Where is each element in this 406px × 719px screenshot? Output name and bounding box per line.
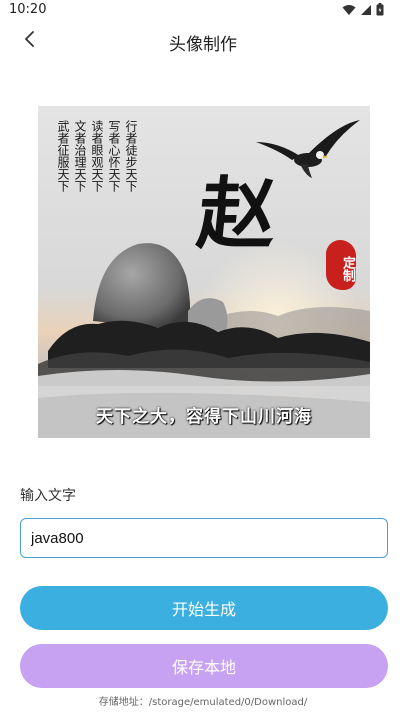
generate-button[interactable]: 开始生成	[20, 586, 388, 630]
status-time: 10:20	[9, 2, 47, 17]
custom-stamp: 定制	[326, 240, 356, 290]
poem-column-5: 行者徒步天下	[124, 120, 138, 192]
surname-calligraphy: 赵	[193, 169, 281, 260]
slogan-text: 天下之大，容得下山川河海	[96, 407, 312, 427]
page-title: 头像制作	[169, 35, 237, 55]
input-label: 输入文字	[20, 488, 76, 504]
avatar-preview-image: 武者征服天下 文者治理天下 读者眼观天下 写者心怀天下 行者徒步天下 赵 定制 …	[38, 106, 370, 438]
status-icons	[342, 3, 384, 16]
text-input[interactable]	[20, 518, 388, 558]
title-bar: 头像制作	[0, 20, 406, 62]
poem-column-4: 写者心怀天下	[107, 120, 121, 192]
poem-column-1: 武者征服天下	[56, 120, 70, 192]
wifi-icon	[342, 4, 356, 16]
signal-icon	[360, 4, 372, 16]
poem-column-2: 文者治理天下	[73, 120, 87, 192]
status-bar: 10:20	[0, 0, 406, 20]
poem-column-3: 读者眼观天下	[90, 120, 104, 192]
save-path-text: 存储地址：/storage/emulated/0/Download/	[98, 697, 308, 708]
battery-icon	[376, 3, 384, 16]
save-button[interactable]: 保存本地	[20, 644, 388, 688]
